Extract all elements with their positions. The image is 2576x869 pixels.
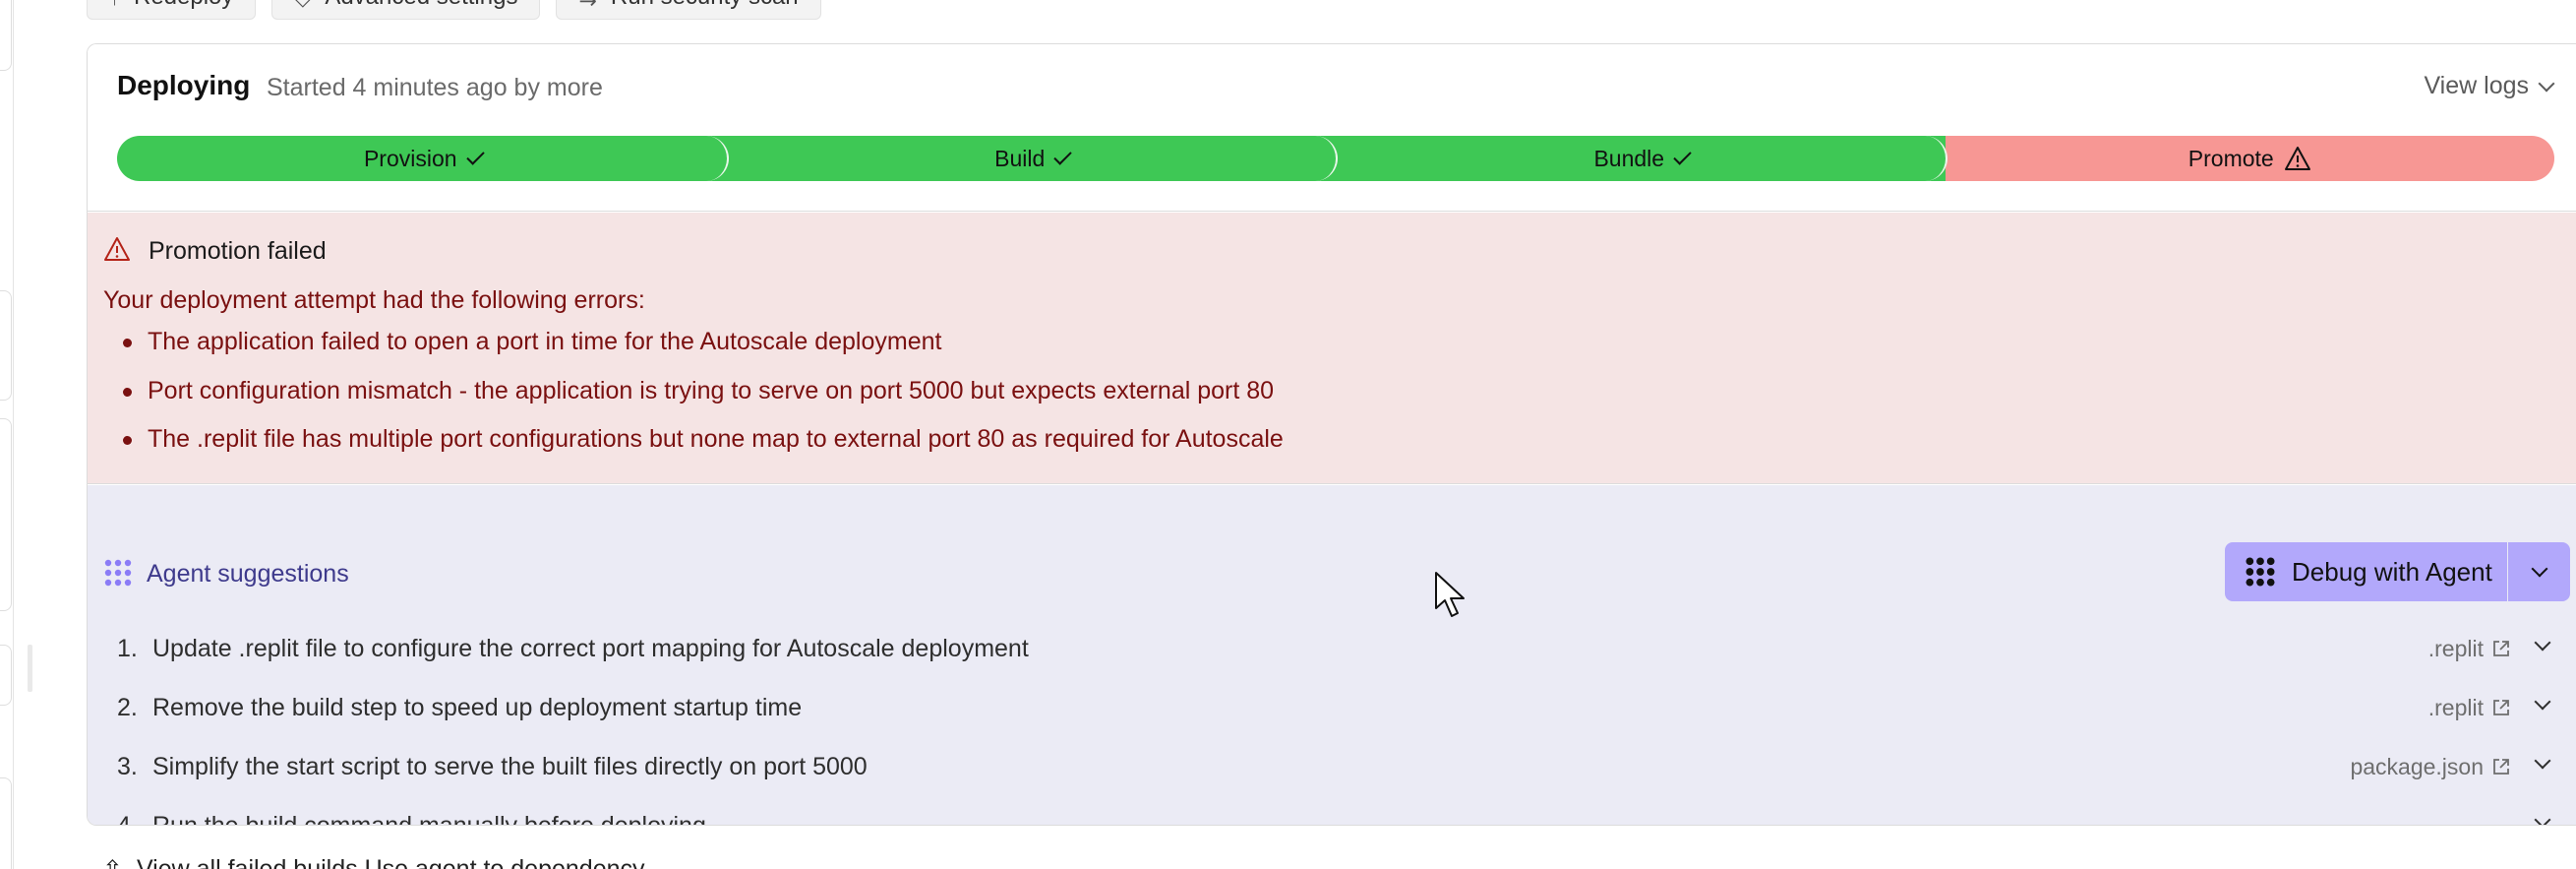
panel-fragment <box>0 0 12 71</box>
panel-fragment <box>0 418 12 611</box>
chevron-down-icon <box>2531 560 2547 578</box>
file-name: .replit <box>2427 694 2484 720</box>
security-scan-label: Run security scan <box>611 0 799 11</box>
check-icon <box>1673 146 1692 165</box>
suggestion-item[interactable]: 3. Simplify the start script to serve th… <box>117 737 2554 796</box>
suggestion-number: 1. <box>117 634 138 662</box>
stage-label: Promote <box>2187 145 2274 171</box>
advanced-settings-label: Advanced settings <box>325 0 517 11</box>
scan-icon: ⇆ <box>578 0 596 11</box>
deployment-toolbar: ↑ Redeploy ◇ Advanced settings ⇆ Run sec… <box>87 0 821 20</box>
external-link-icon <box>2493 641 2509 656</box>
suggestion-number: 3. <box>117 752 138 780</box>
panel-fragment <box>0 777 12 869</box>
error-title: Promotion failed <box>149 237 327 265</box>
footer-link[interactable]: ⇧ View all failed builds Use agent to de… <box>102 855 645 869</box>
deployment-started-text: Started 4 minutes ago by more <box>267 74 603 101</box>
deployment-card: Deploying Started 4 minutes ago by more … <box>87 43 2576 826</box>
suggestion-item[interactable]: 2. Remove the build step to speed up dep… <box>117 678 2554 737</box>
check-icon <box>465 146 485 165</box>
advanced-settings-button[interactable]: ◇ Advanced settings <box>271 0 541 20</box>
deployment-header: Deploying Started 4 minutes ago by more … <box>88 44 2576 212</box>
suggestion-number: 2. <box>117 693 138 721</box>
suggestion-number: 4. <box>117 811 138 826</box>
stage-bundle: Bundle <box>1336 136 1947 181</box>
debug-options-dropdown[interactable] <box>2508 542 2570 601</box>
view-logs-button[interactable]: View logs <box>2424 72 2555 100</box>
stage-provision: Provision <box>117 136 728 181</box>
error-list: The application failed to open a port in… <box>103 327 1284 473</box>
panel-fragment <box>0 290 12 401</box>
suggestion-list: 1. Update .replit file to configure the … <box>117 619 2554 826</box>
left-panel-edge <box>0 0 14 869</box>
warning-icon <box>2284 147 2310 170</box>
deployment-stages: Provision Build Bundle Promote <box>117 136 2554 181</box>
error-item: Port configuration mismatch - the applic… <box>103 376 1284 425</box>
footer-link-text: View all failed builds Use agent to depe… <box>136 855 645 869</box>
view-logs-label: View logs <box>2424 72 2529 99</box>
resize-handle[interactable] <box>28 645 32 692</box>
suggestion-file-link[interactable]: package.json <box>2350 754 2511 780</box>
agent-icon <box>2246 557 2275 587</box>
deployment-status: Deploying <box>117 70 251 100</box>
error-intro: Your deployment attempt had the followin… <box>103 286 645 314</box>
redeploy-icon: ↑ <box>109 0 120 11</box>
suggestion-text: Update .replit file to configure the cor… <box>152 634 1029 662</box>
stage-label: Build <box>994 145 1046 171</box>
debug-with-agent-label: Debug with Agent <box>2292 556 2492 587</box>
external-link-icon <box>2493 700 2509 715</box>
file-name: package.json <box>2350 753 2484 779</box>
check-icon <box>1053 146 1073 165</box>
suggestion-file-link[interactable]: .replit <box>2428 636 2511 662</box>
external-link-icon <box>2493 759 2509 775</box>
suggestion-text: Run the build command manually before de… <box>152 811 706 826</box>
redeploy-button[interactable]: ↑ Redeploy <box>87 0 257 20</box>
stage-build: Build <box>726 136 1338 181</box>
stage-label: Provision <box>363 145 457 171</box>
debug-with-agent-button[interactable]: Debug with Agent <box>2225 542 2507 601</box>
warning-icon <box>104 237 130 261</box>
upload-icon: ⇧ <box>102 855 123 869</box>
suggestion-item[interactable]: 4. Run the build command manually before… <box>117 796 2554 826</box>
suggestion-text: Simplify the start script to serve the b… <box>152 752 868 780</box>
agent-suggestions-panel: Agent suggestions Debug with Agent 1. Up… <box>88 485 2576 826</box>
agent-suggestions-title: Agent suggestions <box>147 560 349 588</box>
mouse-cursor-icon <box>1435 572 1465 617</box>
security-scan-button[interactable]: ⇆ Run security scan <box>556 0 821 20</box>
stage-promote: Promote <box>1945 136 2554 181</box>
suggestion-file-link[interactable]: .replit <box>2428 695 2511 721</box>
suggestion-text: Remove the build step to speed up deploy… <box>152 693 803 721</box>
error-item: The .replit file has multiple port confi… <box>103 424 1284 473</box>
settings-icon: ◇ <box>294 0 311 11</box>
panel-fragment <box>0 645 12 706</box>
chevron-down-icon <box>2538 75 2555 92</box>
redeploy-label: Redeploy <box>134 0 233 11</box>
error-item: The application failed to open a port in… <box>103 327 1284 376</box>
agent-icon <box>104 559 132 587</box>
suggestion-item[interactable]: 1. Update .replit file to configure the … <box>117 619 2554 678</box>
file-name: .replit <box>2427 635 2484 661</box>
promotion-error-panel: Promotion failed Your deployment attempt… <box>88 213 2576 484</box>
stage-label: Bundle <box>1593 145 1665 171</box>
